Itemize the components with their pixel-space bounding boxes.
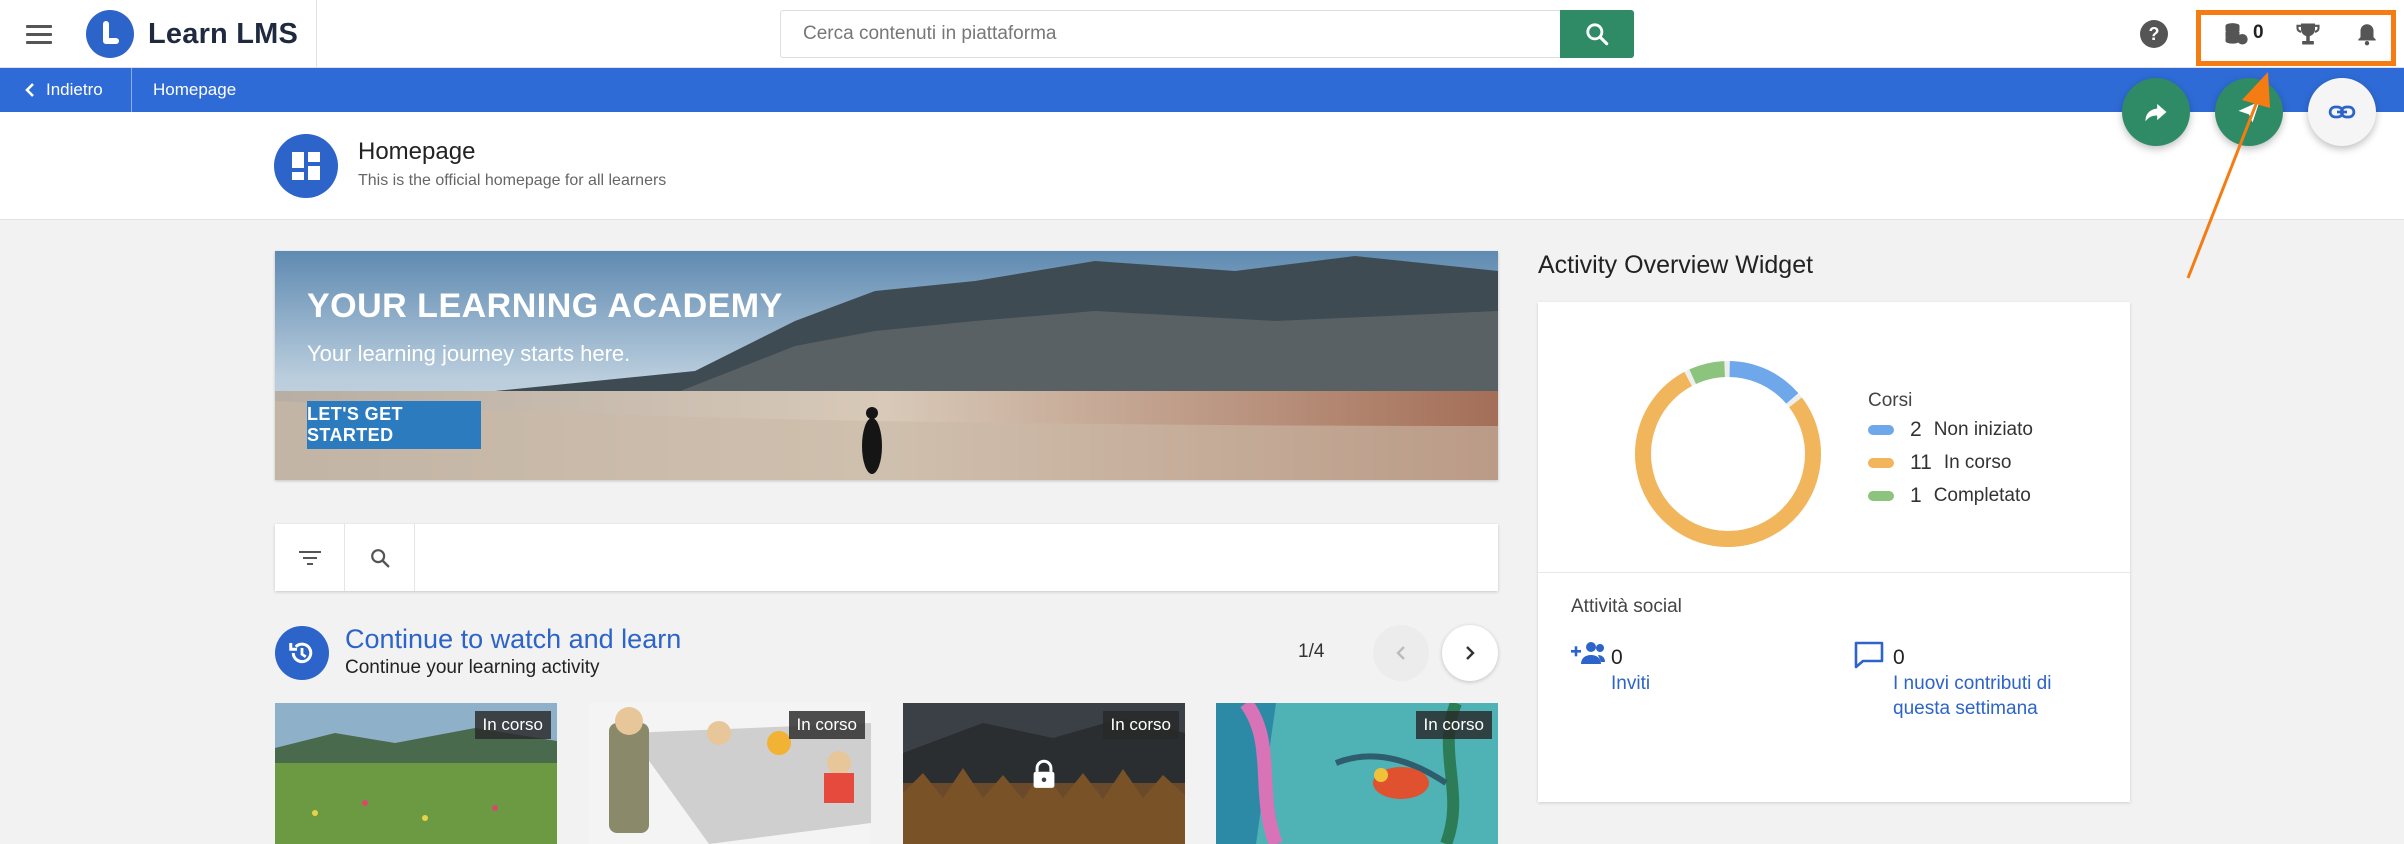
chevron-left-icon [1396,646,1405,660]
widget-divider [1538,572,2130,573]
hero-banner: YOUR LEARNING ACADEMY Your learning jour… [275,251,1498,480]
search-input[interactable] [780,10,1560,58]
contributions-stat: 0 I nuovi contributi di questa settimana [1853,640,2051,719]
search-icon [1586,23,1609,46]
page-header: Homepage This is the official homepage f… [0,112,2404,220]
get-started-button[interactable]: LET'S GET STARTED [307,401,481,449]
widget-title: Activity Overview Widget [1538,251,1814,279]
back-label: Indietro [46,80,103,99]
course-card[interactable]: In corso [903,703,1185,844]
send-icon [2238,101,2260,123]
chevron-left-icon [25,83,34,97]
contributions-count: 0 [1893,646,1905,669]
pager-indicator: 1/4 [1298,641,1325,662]
back-button[interactable]: Indietro [24,68,103,112]
filter-bar [275,524,1498,591]
section-subtitle: Continue your learning activity [345,657,600,678]
invites-stat: 0 Inviti [1571,640,1650,694]
legend-heading: Corsi [1868,390,1913,411]
coins-count: 0 [2253,22,2264,43]
app-logo[interactable]: Learn LMS [86,10,298,58]
invites-link[interactable]: Inviti [1611,672,1811,697]
dashboard-icon [274,134,338,198]
status-badge: In corso [474,711,551,739]
status-badge: In corso [1102,711,1179,739]
filter-search-input[interactable] [417,524,1497,591]
comment-icon [1854,641,1884,669]
previous-page-button[interactable] [1373,625,1429,681]
course-card[interactable]: In corso [275,703,557,844]
trophy-icon[interactable] [2294,20,2322,48]
logo-icon [86,10,134,58]
share-icon [2145,103,2167,122]
banner-subtitle: Your learning journey starts here. [307,341,631,366]
legend-item-not-started: 2 Non iniziato [1868,418,2033,442]
banner-title: YOUR LEARNING ACADEMY [307,287,783,325]
share-button[interactable] [2122,78,2190,146]
link-button[interactable] [2308,78,2376,146]
course-card[interactable]: In corso [1216,703,1498,844]
legend-item-completed: 1 Completato [1868,484,2031,508]
add-people-icon [1571,642,1605,664]
link-icon [2328,105,2356,119]
page-subtitle: This is the official homepage for all le… [358,172,667,189]
contributions-link[interactable]: I nuovi contributi di questa settimana [1893,672,2093,721]
filter-button[interactable] [275,524,345,591]
legend-label: Completato [1933,485,2031,506]
donut-segment-2 [1689,361,1726,385]
help-icon[interactable]: ? [2140,20,2168,48]
filter-icon [298,550,321,565]
legend-count: 2 [1910,418,1922,441]
history-icon [275,626,329,680]
coins-icon[interactable] [2222,20,2250,48]
search-icon [370,548,389,567]
activity-overview-widget: Corsi 2 Non iniziato 11 In corso 1 Compl… [1538,302,2130,802]
legend-item-in-progress: 11 In corso [1868,451,2011,475]
breadcrumb-bar: Indietro Homepage [0,68,2404,112]
donut-segment-0 [1729,361,1799,404]
legend-count: 1 [1910,484,1922,507]
breadcrumb-current: Homepage [153,80,237,99]
nav-divider [131,68,132,112]
header-divider [316,0,317,68]
next-page-button[interactable] [1442,625,1498,681]
legend-label: In corso [1943,452,2012,473]
invites-count: 0 [1611,646,1623,669]
bell-icon[interactable] [2354,20,2380,48]
lock-icon [1033,759,1055,788]
legend-swatch [1868,425,1894,435]
menu-icon[interactable] [26,20,58,48]
page-title: Homepage [358,138,476,165]
legend-count: 11 [1910,451,1932,474]
legend-label: Non iniziato [1933,419,2033,440]
courses-donut-chart [1635,361,1821,547]
chevron-right-icon [1466,646,1475,660]
app-name: Learn LMS [148,17,299,50]
top-header: Learn LMS ? 0 [0,0,2404,68]
legend-swatch [1868,491,1894,501]
status-badge: In corso [788,711,865,739]
course-card[interactable]: In corso [589,703,871,844]
search-button[interactable] [1560,10,1634,58]
section-title[interactable]: Continue to watch and learn [345,624,681,655]
status-badge: In corso [1415,711,1492,739]
filter-search-button[interactable] [345,524,415,591]
social-heading: Attività social [1571,596,1682,617]
legend-swatch [1868,458,1894,468]
send-button[interactable] [2215,78,2283,146]
